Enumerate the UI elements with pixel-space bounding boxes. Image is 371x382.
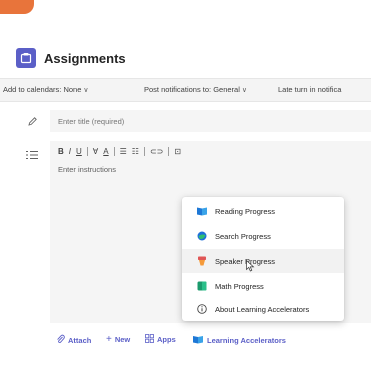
new-label: New: [114, 335, 131, 344]
text-format-icon: [26, 147, 38, 165]
apps-button[interactable]: Apps: [145, 334, 176, 345]
chevron-down-icon: ∨: [241, 87, 248, 94]
plus-icon: +: [106, 334, 112, 345]
font-color-button[interactable]: A: [103, 147, 108, 156]
late-turn-in-label: Late turn in notifica: [278, 85, 342, 94]
menu-item-search-progress[interactable]: Search Progress: [182, 224, 344, 248]
italic-button[interactable]: I: [69, 147, 71, 156]
post-notifications-dropdown[interactable]: Post notifications to: General ∨: [144, 85, 247, 94]
menu-item-speaker-progress[interactable]: Speaker Progress: [182, 249, 344, 273]
math-progress-icon: [197, 281, 207, 291]
toolbar-divider: [143, 146, 145, 156]
attach-button[interactable]: Attach: [56, 334, 91, 346]
chevron-down-icon: ∨: [83, 87, 89, 94]
menu-item-label: About Learning Accelerators: [215, 305, 310, 314]
bold-button[interactable]: B: [58, 147, 64, 156]
title-row: [0, 108, 371, 134]
menu-item-about-learning-accelerators[interactable]: About Learning Accelerators: [182, 297, 344, 321]
menu-item-label: Math Progress: [215, 282, 264, 291]
learning-accelerators-label: Learning Accelerators: [207, 335, 286, 345]
bulleted-list-button[interactable]: ☰: [120, 147, 127, 156]
title-input[interactable]: [50, 110, 371, 132]
paperclip-icon: [56, 334, 65, 346]
numbered-list-button[interactable]: ☷: [132, 147, 139, 156]
speaker-progress-icon: [197, 256, 207, 266]
learning-accelerators-icon: [193, 334, 204, 346]
post-notifications-label: Post notifications to: General: [144, 85, 240, 94]
menu-item-math-progress[interactable]: Math Progress: [182, 274, 344, 298]
add-to-calendars-label: Add to calendars: None: [3, 85, 82, 94]
new-button[interactable]: + New: [106, 334, 130, 345]
highlight-button[interactable]: ∀: [93, 147, 98, 156]
apps-icon: [145, 334, 154, 345]
pencil-icon: [27, 114, 38, 132]
page-title: Assignments: [44, 51, 126, 66]
toolbar-divider: [168, 146, 170, 156]
link-button[interactable]: ⊂⊃: [150, 147, 163, 156]
menu-item-reading-progress[interactable]: Reading Progress: [182, 199, 344, 223]
settings-bar: Add to calendars: None ∨ Post notificatio…: [0, 78, 371, 102]
header: Assignments: [0, 40, 371, 78]
learning-accelerators-button[interactable]: Learning Accelerators: [193, 334, 286, 346]
reading-progress-icon: [197, 206, 207, 216]
decorative-corner: [0, 0, 34, 14]
apps-label: Apps: [157, 335, 176, 344]
menu-item-label: Reading Progress: [215, 207, 276, 216]
instructions-placeholder: Enter instructions: [58, 165, 116, 174]
toolbar-divider: [113, 146, 115, 156]
late-turn-in-dropdown[interactable]: Late turn in notifica: [278, 85, 341, 94]
underline-button[interactable]: U: [76, 147, 82, 156]
learning-accelerators-menu: Reading Progress Search Progress Speaker…: [182, 197, 344, 321]
formatting-toolbar: B I U ∀ A ☰ ☷ ⊂⊃ ⊡: [58, 144, 181, 158]
search-progress-icon: [197, 231, 207, 241]
attach-label: Attach: [68, 335, 92, 345]
add-to-calendars-dropdown[interactable]: Add to calendars: None ∨: [3, 85, 89, 94]
image-button[interactable]: ⊡: [174, 147, 181, 156]
info-icon: [197, 304, 207, 314]
assignments-icon: [16, 48, 36, 68]
toolbar-divider: [86, 146, 88, 156]
menu-item-label: Search Progress: [215, 232, 271, 241]
mouse-cursor-icon: [246, 259, 255, 277]
